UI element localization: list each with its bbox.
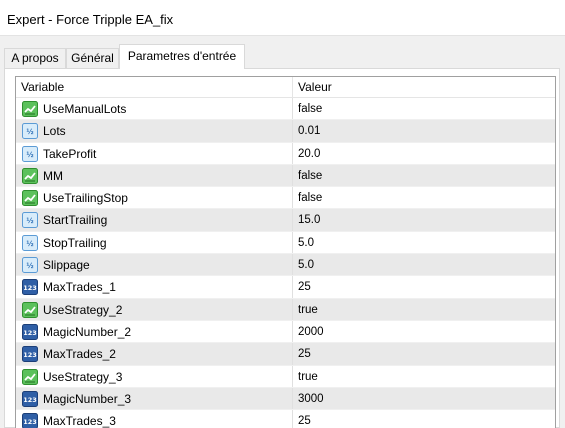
- title-bar[interactable]: Expert - Force Tripple EA_fix: [0, 0, 565, 36]
- value-cell[interactable]: true: [293, 299, 555, 320]
- table-row[interactable]: ½ Lots 0.01: [16, 120, 555, 143]
- variable-cell: ½ Slippage: [16, 254, 293, 276]
- table-row[interactable]: ½ StopTrailing 5.0: [16, 231, 555, 255]
- value-cell[interactable]: 5.0: [293, 232, 555, 253]
- variable-name: MaxTrades_1: [43, 280, 116, 295]
- svg-text:123: 123: [23, 351, 37, 359]
- variable-cell: ½ Lots: [16, 120, 293, 142]
- double-icon: ½: [22, 234, 38, 251]
- value-cell[interactable]: false: [293, 165, 555, 186]
- table-row[interactable]: 123 MagicNumber_3 3000: [16, 387, 555, 411]
- column-header-variable[interactable]: Variable: [16, 77, 293, 98]
- variable-cell: UseTrailingStop: [16, 187, 293, 209]
- svg-text:½: ½: [26, 217, 33, 225]
- variable-cell: MM: [16, 164, 293, 187]
- svg-text:123: 123: [23, 329, 37, 337]
- integer-icon: 123: [22, 279, 38, 296]
- variable-name: UseStrategy_3: [43, 369, 123, 384]
- tab-general[interactable]: Général: [66, 48, 119, 68]
- table-row[interactable]: ½ TakeProfit 20.0: [16, 142, 555, 165]
- value-cell[interactable]: 25: [293, 410, 555, 428]
- double-icon: ½: [22, 145, 38, 162]
- value-cell[interactable]: 3000: [293, 388, 555, 409]
- variable-name: Slippage: [43, 258, 90, 273]
- value-cell[interactable]: true: [293, 366, 555, 387]
- svg-text:123: 123: [23, 396, 37, 404]
- variable-cell: UseManualLots: [16, 98, 293, 120]
- value-cell[interactable]: 0.01: [293, 120, 555, 141]
- table-row[interactable]: MM false: [16, 164, 555, 188]
- variable-cell: UseStrategy_3: [16, 365, 293, 387]
- double-icon: ½: [22, 257, 38, 274]
- parameters-table: Variable Valeur UseManualLots false ½ Lots 0…: [15, 76, 556, 428]
- value-cell[interactable]: 25: [293, 276, 555, 297]
- svg-text:123: 123: [23, 418, 37, 426]
- window-title: Expert - Force Tripple EA_fix: [7, 12, 174, 27]
- tab-panel: Variable Valeur UseManualLots false ½ Lots 0…: [4, 68, 560, 428]
- variable-name: UseTrailingStop: [43, 191, 128, 206]
- variable-cell: UseStrategy_2: [16, 298, 293, 320]
- variable-name: Lots: [43, 124, 66, 139]
- value-cell[interactable]: false: [293, 187, 555, 208]
- svg-text:½: ½: [26, 262, 33, 270]
- variable-name: MaxTrades_2: [43, 347, 116, 362]
- table-body: UseManualLots false ½ Lots 0.01 ½ TakeProfit 20…: [16, 98, 555, 428]
- value-cell[interactable]: false: [293, 98, 555, 119]
- variable-cell: ½ TakeProfit: [16, 142, 293, 164]
- integer-icon: 123: [22, 413, 38, 428]
- table-row[interactable]: ½ StartTrailing 15.0: [16, 209, 555, 232]
- variable-name: StopTrailing: [43, 235, 107, 250]
- boolean-icon: [22, 368, 38, 385]
- value-cell[interactable]: 20.0: [293, 143, 555, 164]
- table-row[interactable]: 123 MaxTrades_2 25: [16, 343, 555, 366]
- variable-name: UseStrategy_2: [43, 302, 123, 317]
- table-header: Variable Valeur: [16, 77, 555, 98]
- variable-name: UseManualLots: [43, 102, 127, 116]
- double-icon: ½: [22, 123, 38, 140]
- table-row[interactable]: 123 MagicNumber_2 2000: [16, 320, 555, 344]
- double-icon: ½: [22, 212, 38, 229]
- dialog-body: A propos Général Parametres d'entrée Var…: [0, 36, 565, 428]
- variable-cell: 123 MagicNumber_2: [16, 320, 293, 343]
- variable-cell: ½ StartTrailing: [16, 209, 293, 231]
- svg-text:½: ½: [26, 151, 33, 159]
- table-row[interactable]: UseStrategy_3 true: [16, 365, 555, 388]
- boolean-icon: [22, 101, 38, 117]
- variable-cell: ½ StopTrailing: [16, 231, 293, 254]
- table-row[interactable]: 123 MaxTrades_3 25: [16, 410, 555, 428]
- svg-text:½: ½: [26, 128, 33, 136]
- variable-name: MaxTrades_3: [43, 414, 116, 428]
- tab-input-parameters[interactable]: Parametres d'entrée: [119, 44, 245, 69]
- variable-cell: 123 MaxTrades_2: [16, 343, 293, 365]
- value-cell[interactable]: 15.0: [293, 209, 555, 230]
- value-cell[interactable]: 25: [293, 343, 555, 364]
- variable-name: MM: [43, 168, 63, 183]
- tab-a-propos[interactable]: A propos: [4, 48, 66, 68]
- variable-name: StartTrailing: [43, 213, 108, 228]
- variable-cell: 123 MaxTrades_1: [16, 276, 293, 298]
- variable-name: TakeProfit: [43, 146, 97, 161]
- svg-text:123: 123: [23, 284, 37, 292]
- variable-name: MagicNumber_3: [43, 391, 132, 406]
- table-row[interactable]: 123 MaxTrades_1 25: [16, 276, 555, 299]
- table-row[interactable]: ½ Slippage 5.0: [16, 254, 555, 277]
- integer-icon: 123: [22, 323, 38, 340]
- expert-properties-window: Expert - Force Tripple EA_fix A propos G…: [0, 0, 565, 428]
- variable-name: MagicNumber_2: [43, 324, 132, 339]
- column-header-value[interactable]: Valeur: [293, 77, 555, 98]
- table-row[interactable]: UseStrategy_2 true: [16, 298, 555, 321]
- boolean-icon: [22, 167, 38, 184]
- variable-cell: 123 MagicNumber_3: [16, 387, 293, 410]
- table-row[interactable]: UseManualLots false: [16, 98, 555, 121]
- integer-icon: 123: [22, 390, 38, 407]
- value-cell[interactable]: 5.0: [293, 254, 555, 275]
- boolean-icon: [22, 301, 38, 318]
- boolean-icon: [22, 190, 38, 207]
- tab-bar: A propos Général Parametres d'entrée: [4, 44, 560, 69]
- variable-cell: 123 MaxTrades_3: [16, 410, 293, 428]
- table-row[interactable]: UseTrailingStop false: [16, 187, 555, 210]
- svg-text:½: ½: [26, 240, 33, 248]
- value-cell[interactable]: 2000: [293, 321, 555, 342]
- integer-icon: 123: [22, 346, 38, 363]
